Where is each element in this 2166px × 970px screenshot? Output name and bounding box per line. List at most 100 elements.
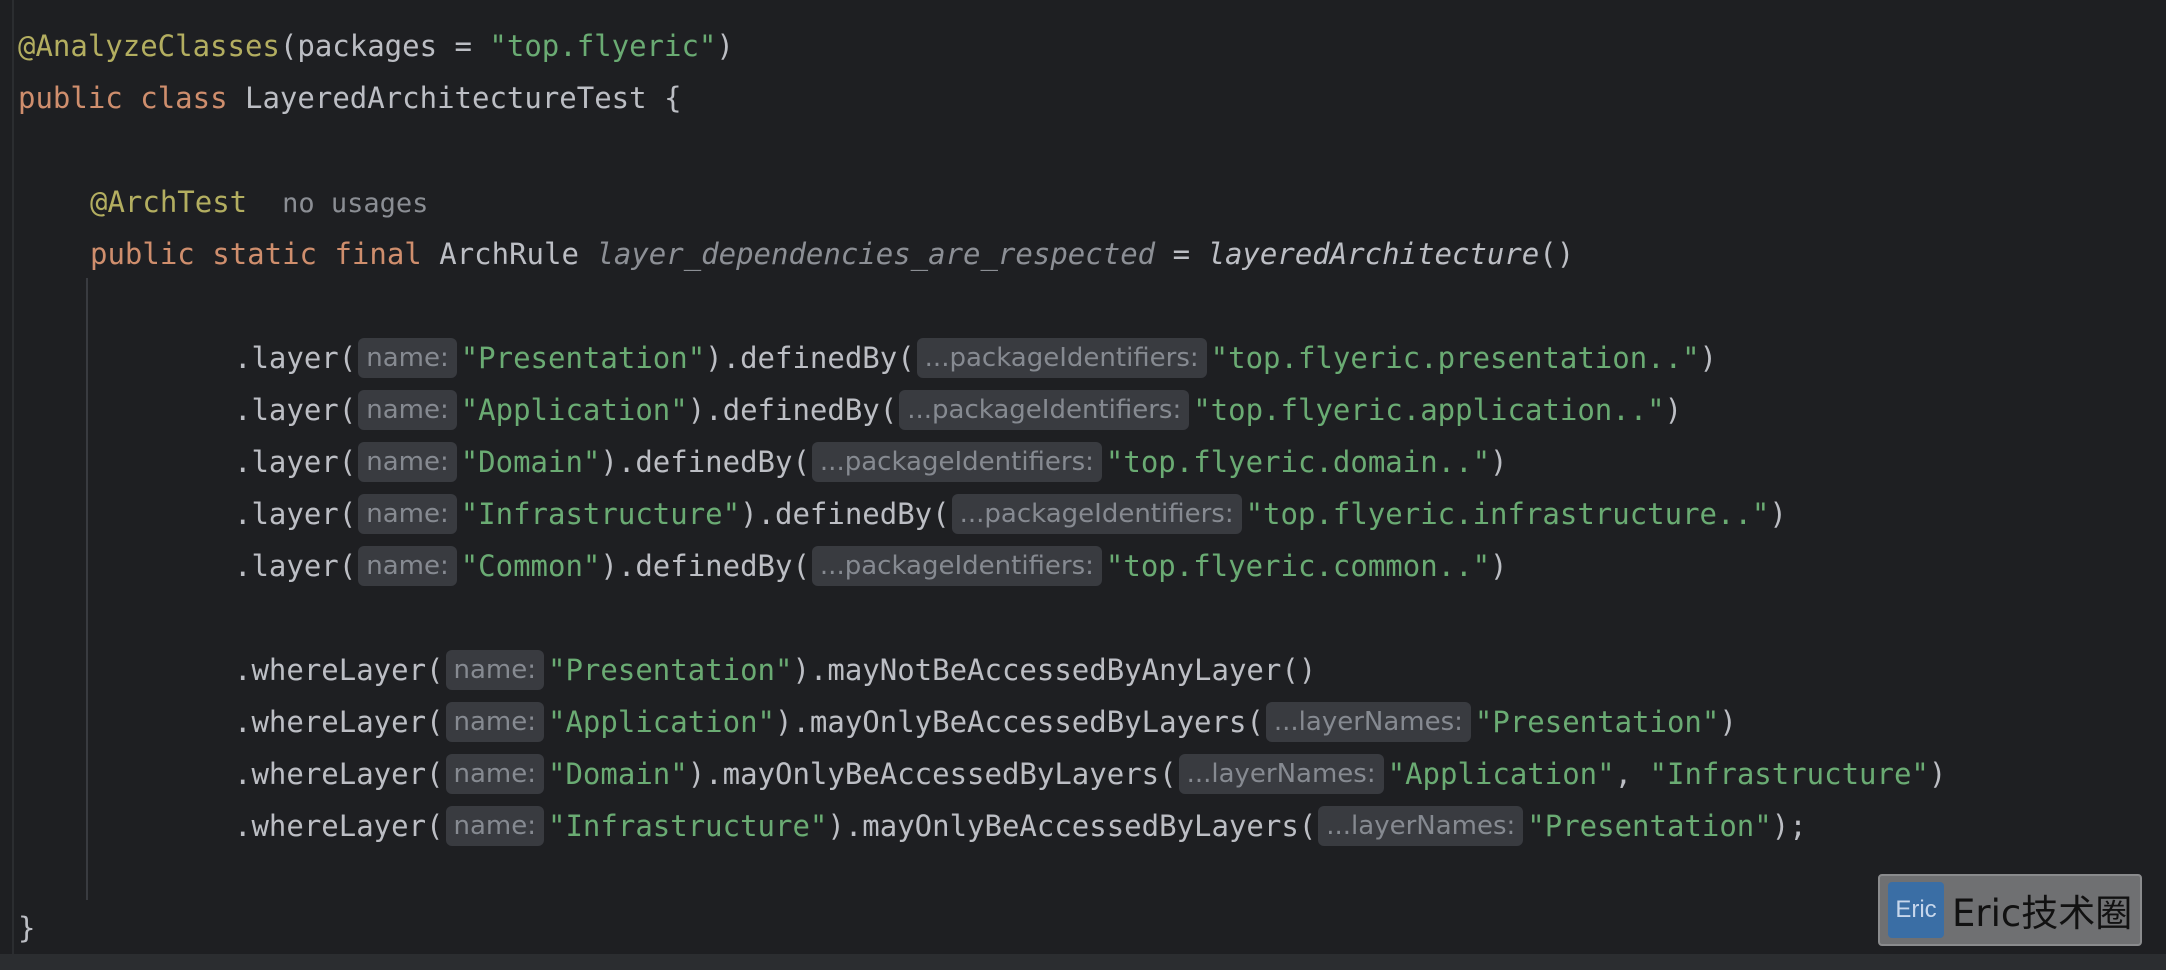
layer-line[interactable]: .layer(name: "Presentation").definedBy(..…	[234, 332, 1717, 384]
where-layer-line[interactable]: .whereLayer(name: "Infrastructure").mayOn…	[234, 800, 1807, 852]
where-layer-line[interactable]: .whereLayer(name: "Presentation").mayNotB…	[234, 644, 1316, 696]
code-text: ).definedBy(	[705, 341, 915, 375]
code-text: .layer(	[234, 445, 357, 479]
layer-line[interactable]: .layer(name: "Application").definedBy(...…	[234, 384, 1682, 436]
param-hint-name: name:	[445, 702, 545, 742]
param-hint-layer-names: ...layerNames:	[1178, 754, 1384, 794]
string-literal: "Presentation"	[1527, 809, 1772, 843]
usage-inlay-hint[interactable]: no usages	[282, 188, 428, 219]
watermark: Eric Eric技术圈	[1878, 874, 2142, 946]
string-literal: "Infrastructure"	[1649, 757, 1929, 791]
string-literal: "Application"	[548, 705, 775, 739]
code-text: )	[1928, 757, 1947, 791]
string-literal: "top.flyeric.common.."	[1105, 549, 1491, 583]
field-name: layer_dependencies_are_respected	[596, 237, 1156, 271]
param-hint-name: name:	[358, 338, 457, 378]
string-literal: "top.flyeric.application.."	[1193, 393, 1665, 427]
where-layer-line[interactable]: .whereLayer(name: "Domain").mayOnlyBeAcce…	[234, 748, 1946, 800]
watermark-text: Eric技术圈	[1952, 892, 2133, 935]
param-hint-name: name:	[445, 650, 545, 690]
indent-guide	[86, 278, 88, 900]
param-hint-package-identifiers: ...packageIdentifiers:	[811, 442, 1102, 482]
code-text: )	[1664, 393, 1683, 427]
string-literal: "Presentation"	[1474, 705, 1720, 739]
param-hint-package-identifiers: ...packageIdentifiers:	[951, 494, 1242, 534]
assign-operator: =	[1172, 237, 1191, 271]
keyword-class: class	[140, 81, 228, 115]
layer-line[interactable]: .layer(name: "Domain").definedBy(...packa…	[234, 436, 1508, 488]
param-hint-layer-names: ...layerNames:	[1318, 806, 1524, 846]
annotation-analyzeclasses: @AnalyzeClasses	[18, 29, 280, 63]
string-literal: "Application"	[1387, 757, 1615, 791]
code-text: ).mayOnlyBeAccessedByLayers(	[775, 705, 1264, 739]
code-line-5[interactable]: public static final ArchRule layer_depen…	[90, 228, 1574, 280]
type-name: ArchRule	[439, 237, 579, 271]
code-text: )	[1699, 341, 1718, 375]
close-brace: }	[18, 911, 36, 945]
keyword-static: static	[212, 237, 317, 271]
code-text: ,	[1614, 757, 1650, 791]
string-literal: "Presentation"	[548, 653, 793, 687]
code-text: )	[1769, 497, 1787, 531]
code-text: ()	[1539, 237, 1575, 271]
code-text: (packages =	[279, 29, 490, 63]
class-name: LayeredArchitectureTest	[245, 81, 647, 115]
editor-bottom-strip	[0, 954, 2166, 970]
code-text: ).definedBy(	[740, 497, 950, 531]
param-hint-name: name:	[358, 546, 457, 586]
code-text: ).mayOnlyBeAccessedByLayers(	[827, 809, 1317, 843]
string-literal: "Infrastructure"	[460, 497, 741, 531]
code-text: );	[1771, 809, 1807, 843]
param-hint-name: name:	[445, 806, 545, 846]
string-literal: "Presentation"	[460, 341, 706, 375]
string-literal: "Domain"	[548, 757, 688, 791]
code-text: .layer(	[234, 341, 357, 375]
code-text: )	[1490, 549, 1508, 583]
code-text: ).definedBy(	[687, 393, 898, 427]
param-hint-package-identifiers: ...packageIdentifiers:	[899, 390, 1190, 430]
code-line-4[interactable]: @ArchTest no usages	[90, 176, 428, 228]
code-text: ).definedBy(	[600, 445, 810, 479]
string-literal: "top.flyeric"	[489, 29, 717, 63]
code-text: ).mayOnlyBeAccessedByLayers(	[687, 757, 1177, 791]
editor-gutter-border	[12, 0, 14, 970]
code-text: )	[1490, 445, 1508, 479]
code-line-2[interactable]: public class LayeredArchitectureTest {	[18, 72, 682, 124]
string-literal: "top.flyeric.infrastructure.."	[1245, 497, 1770, 531]
code-text: .layer(	[234, 549, 357, 583]
code-line-1[interactable]: @AnalyzeClasses(packages = "top.flyeric"…	[18, 20, 734, 72]
keyword-public: public	[90, 237, 195, 271]
code-text: ).definedBy(	[600, 549, 810, 583]
string-literal: "top.flyeric.presentation.."	[1210, 341, 1700, 375]
method-call: layeredArchitecture	[1207, 237, 1540, 271]
string-literal: "top.flyeric.domain.."	[1105, 445, 1491, 479]
string-literal: "Infrastructure"	[548, 809, 828, 843]
watermark-logo: Eric	[1888, 882, 1944, 938]
code-text: .layer(	[234, 393, 357, 427]
string-literal: "Domain"	[460, 445, 601, 479]
code-editor[interactable]: @AnalyzeClasses(packages = "top.flyeric"…	[0, 0, 2166, 970]
string-literal: "Common"	[460, 549, 601, 583]
param-hint-package-identifiers: ...packageIdentifiers:	[916, 338, 1207, 378]
keyword-final: final	[334, 237, 422, 271]
layer-line[interactable]: .layer(name: "Common").definedBy(...packa…	[234, 540, 1508, 592]
where-layer-line[interactable]: .whereLayer(name: "Application").mayOnlyB…	[234, 696, 1737, 748]
code-text: .layer(	[234, 497, 357, 531]
param-hint-layer-names: ...layerNames:	[1265, 702, 1471, 742]
param-hint-name: name:	[358, 494, 457, 534]
param-hint-name: name:	[358, 442, 457, 482]
code-text: )	[716, 29, 734, 63]
layer-line[interactable]: .layer(name: "Infrastructure").definedBy(…	[234, 488, 1787, 540]
annotation-archtest: @ArchTest	[90, 185, 248, 219]
code-text: .whereLayer(	[234, 705, 444, 739]
open-brace: {	[664, 81, 682, 115]
param-hint-name: name:	[358, 390, 457, 430]
param-hint-package-identifiers: ...packageIdentifiers:	[811, 546, 1102, 586]
code-text: .whereLayer(	[234, 757, 444, 791]
code-line-closing[interactable]: }	[18, 902, 35, 954]
code-text: ).mayNotBeAccessedByAnyLayer()	[792, 653, 1317, 687]
keyword-public: public	[18, 81, 123, 115]
code-text: .whereLayer(	[234, 809, 444, 843]
code-text: )	[1719, 705, 1737, 739]
code-text: .whereLayer(	[234, 653, 444, 687]
